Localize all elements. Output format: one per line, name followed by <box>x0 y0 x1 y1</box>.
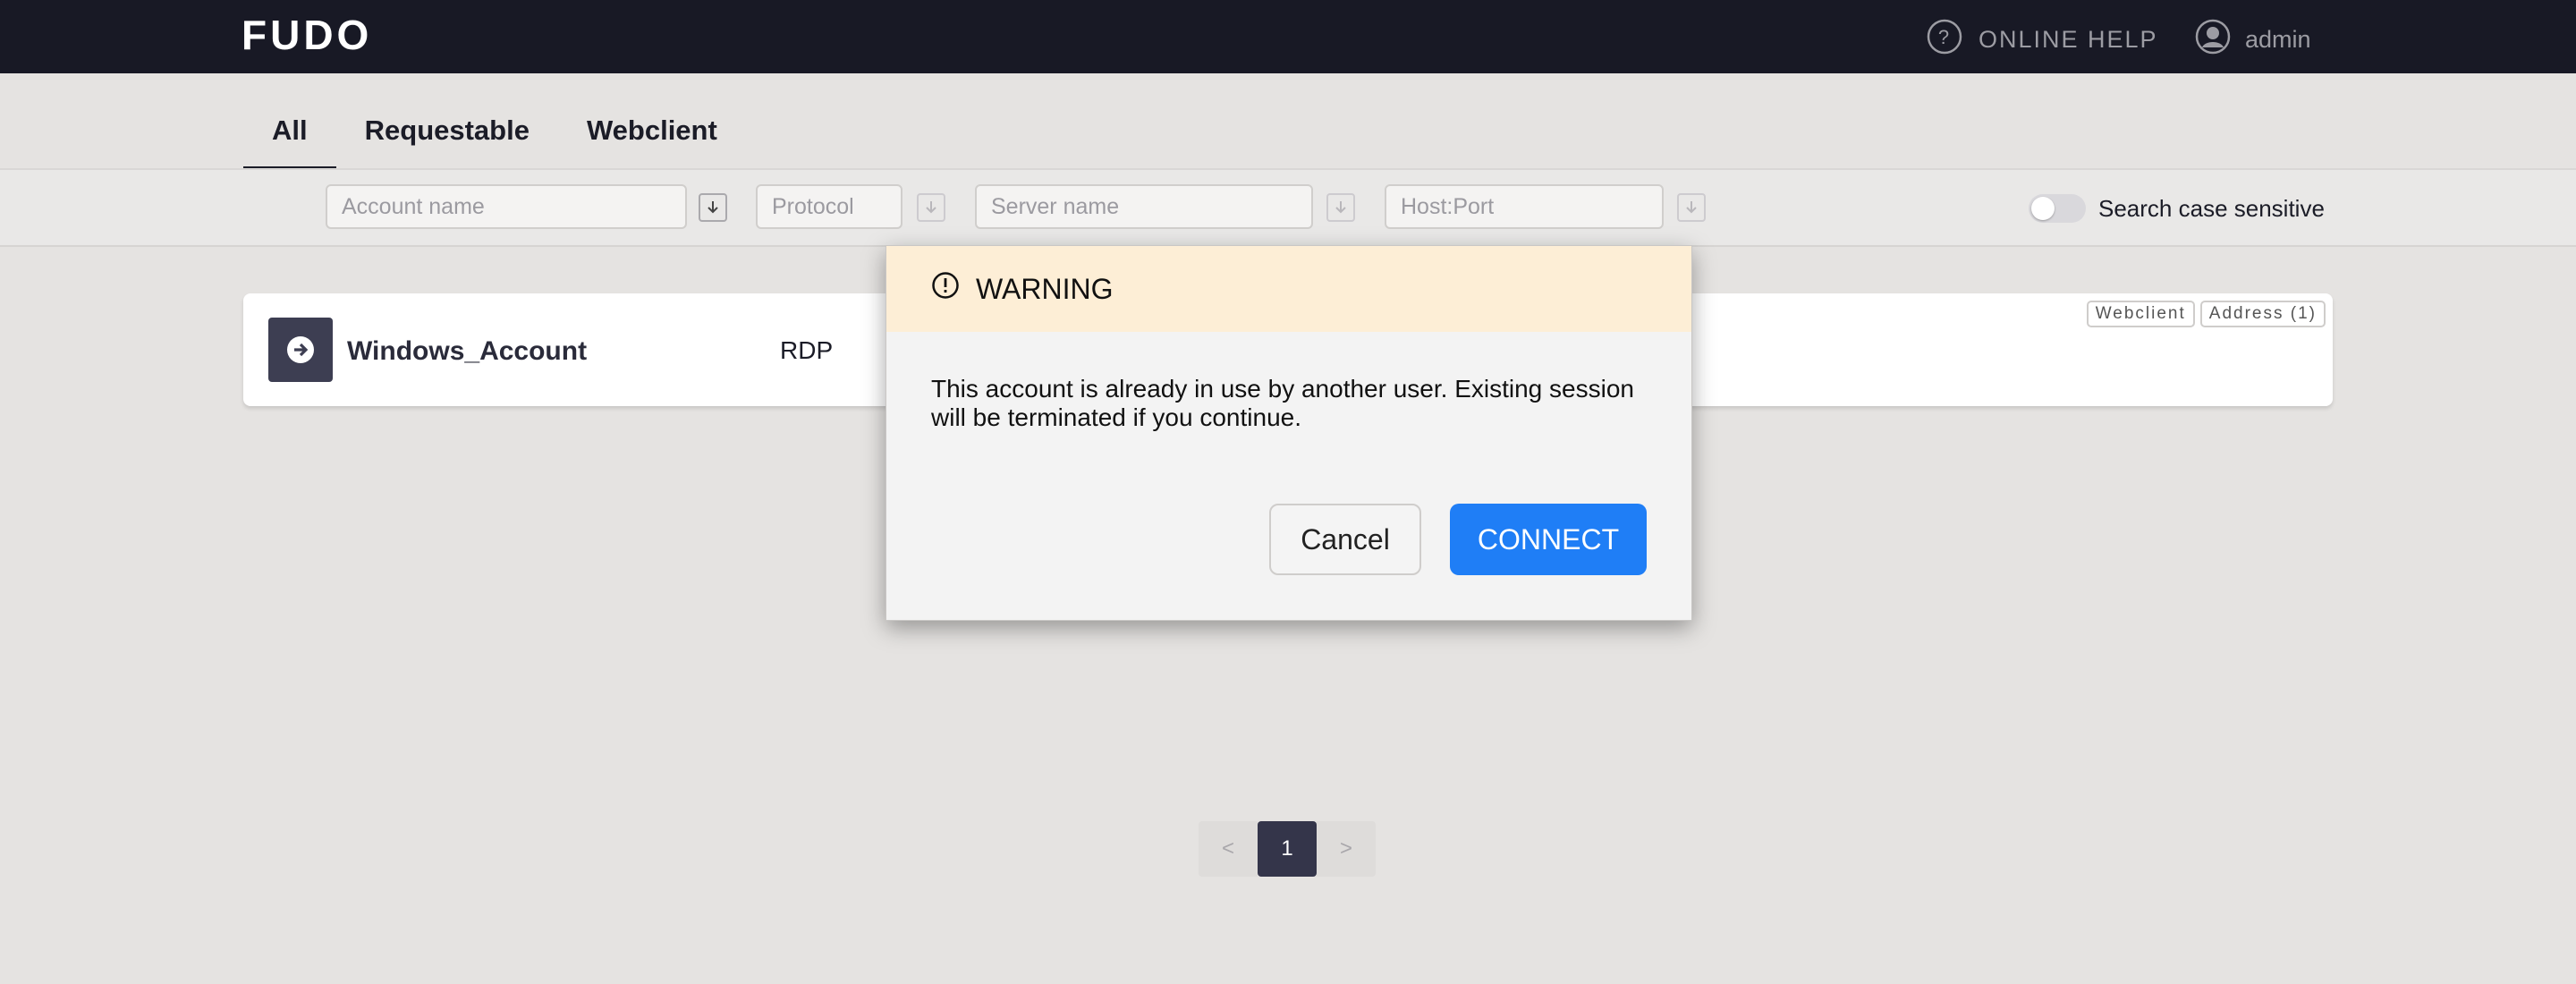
tab-requestable[interactable]: Requestable <box>336 100 558 168</box>
filter-bar: Search case sensitive <box>0 168 2576 247</box>
arrow-right-circle-icon <box>287 336 314 363</box>
help-icon: ? <box>1927 19 1962 61</box>
server-sort-icon[interactable] <box>1326 193 1355 222</box>
fudo-logo[interactable]: FUDO <box>242 13 372 57</box>
svg-text:?: ? <box>1938 26 1951 48</box>
top-bar: FUDO ? ONLINE HELP admin <box>0 0 2576 73</box>
account-name: Windows_Account <box>347 336 588 366</box>
online-help-label: ONLINE HELP <box>1979 25 2158 53</box>
toggle-knob <box>2031 197 2055 220</box>
case-sensitive-toggle[interactable] <box>2029 194 2086 223</box>
tab-all[interactable]: All <box>243 100 336 168</box>
host-port-filter[interactable] <box>1385 184 1664 229</box>
user-avatar-icon <box>2195 19 2231 61</box>
connect-button[interactable]: CONNECT <box>1450 504 1647 575</box>
account-protocol: RDP <box>780 336 834 364</box>
page-1-button[interactable]: 1 <box>1258 821 1317 877</box>
dialog-message: This account is already in use by anothe… <box>931 375 1634 431</box>
next-page-button[interactable]: > <box>1317 821 1376 877</box>
prev-page-button[interactable]: < <box>1199 821 1258 877</box>
protocol-filter[interactable] <box>756 184 902 229</box>
user-name: admin <box>2245 25 2311 53</box>
cancel-button[interactable]: Cancel <box>1269 504 1421 575</box>
case-sensitive-label: Search case sensitive <box>2098 195 2325 222</box>
warning-dialog: WARNING This account is already in use b… <box>886 245 1692 621</box>
account-tabs: All Requestable Webclient <box>243 100 746 170</box>
host-port-sort-icon[interactable] <box>1677 193 1706 222</box>
account-sort-icon[interactable] <box>699 193 727 222</box>
account-badges: Webclient Address (1) <box>2086 301 2326 327</box>
online-help-link[interactable]: ? ONLINE HELP <box>1927 19 2158 57</box>
address-badge[interactable]: Address (1) <box>2199 301 2326 327</box>
server-name-filter[interactable] <box>975 184 1313 229</box>
protocol-sort-icon[interactable] <box>917 193 945 222</box>
user-menu[interactable]: admin <box>2195 19 2311 57</box>
account-name-filter[interactable] <box>326 184 687 229</box>
connect-arrow-button[interactable] <box>268 318 333 382</box>
warning-icon <box>931 271 960 307</box>
dialog-header: WARNING <box>886 246 1691 332</box>
pagination: < 1 > <box>1199 821 1376 877</box>
tab-webclient[interactable]: Webclient <box>558 100 746 168</box>
webclient-badge: Webclient <box>2086 301 2195 327</box>
dialog-title: WARNING <box>976 272 1114 305</box>
